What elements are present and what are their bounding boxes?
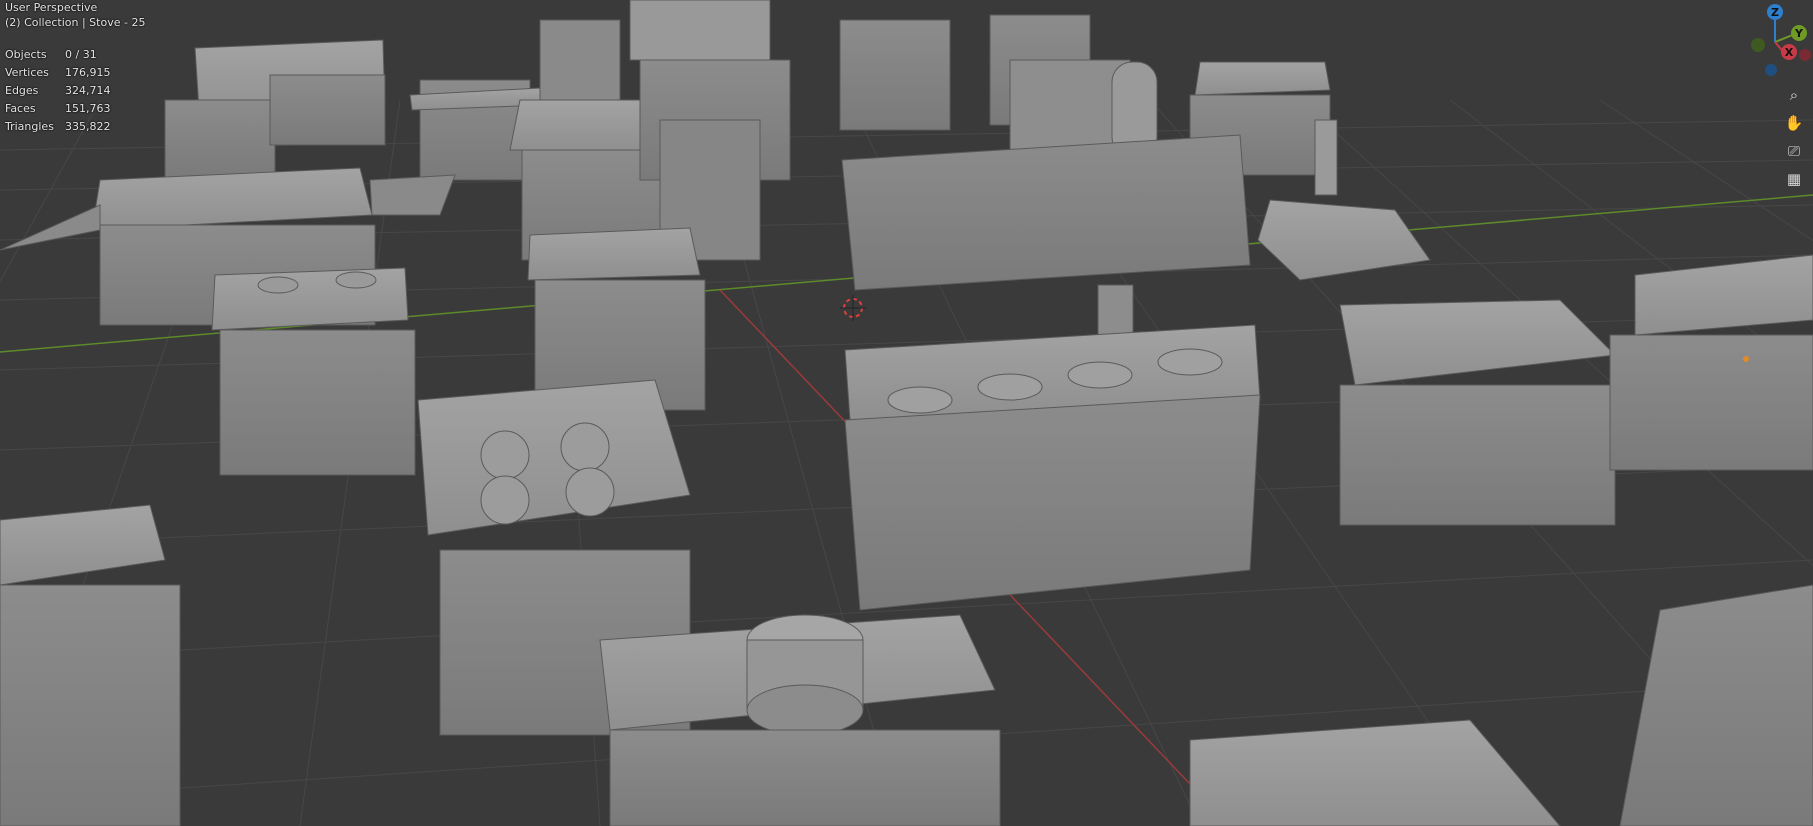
stove-models[interactable] [0,0,1813,826]
stat-row-vertices: Vertices 176,915 [5,64,111,82]
stat-row-edges: Edges 324,714 [5,82,111,100]
gizmo-neg-z[interactable] [1765,64,1777,76]
stat-label: Objects [5,48,47,61]
gizmo-neg-y[interactable] [1751,38,1765,52]
stat-value: 176,915 [65,66,111,79]
stat-value: 324,714 [65,84,111,97]
stat-row-triangles: Triangles 335,822 [5,118,111,136]
stove-back-left[interactable] [164,39,386,181]
3d-cursor[interactable] [840,295,866,321]
zoom-icon[interactable]: ⌕ [1781,82,1807,108]
stove-far-right[interactable] [1609,254,1813,471]
view-name: User Perspective [5,1,98,14]
gizmo-y-label: Y [1794,27,1804,40]
scene-statistics: Objects 0 / 31 Vertices 176,915 Edges 32… [5,46,111,136]
stat-value: 151,763 [65,102,111,115]
stove-back-mid-2[interactable] [839,14,1131,151]
stove-front-left[interactable] [0,504,181,826]
grid-ortho-icon[interactable]: ▦ [1781,166,1807,192]
stat-label: Triangles [5,120,54,133]
stat-value: 335,822 [65,120,111,133]
navigation-gizmo[interactable]: Z Y X [1723,0,1813,90]
stat-label: Faces [5,102,36,115]
viewport-info: User Perspective (2) Collection | Stove … [5,0,145,30]
stat-label: Vertices [5,66,49,79]
stove-cabinet-right[interactable] [1339,299,1617,526]
stove-griddle-cabinet[interactable] [527,227,706,411]
stat-label: Edges [5,84,39,97]
stove-front-right[interactable] [1189,584,1813,826]
stat-row-objects: Objects 0 / 31 [5,46,111,64]
origin-dot [1743,356,1749,362]
stat-value: 0 / 31 [65,48,97,61]
stat-row-faces: Faces 151,763 [5,100,111,118]
hand-pan-icon[interactable]: ✋ [1781,110,1807,136]
gizmo-x-label: X [1785,46,1794,59]
3d-viewport[interactable]: User Perspective (2) Collection | Stove … [0,0,1813,826]
gizmo-neg-x[interactable] [1799,49,1811,61]
stove-small-2burner[interactable] [211,267,416,476]
camera-icon[interactable]: ⎚ [1781,138,1807,164]
viewport-nav-tools: ⌕ ✋ ⎚ ▦ [1781,82,1809,194]
scene-canvas[interactable] [0,0,1813,826]
stove-front-pot[interactable] [599,614,1001,826]
collection-label: (2) Collection | Stove - 25 [5,16,146,29]
gizmo-z-label: Z [1771,6,1779,19]
